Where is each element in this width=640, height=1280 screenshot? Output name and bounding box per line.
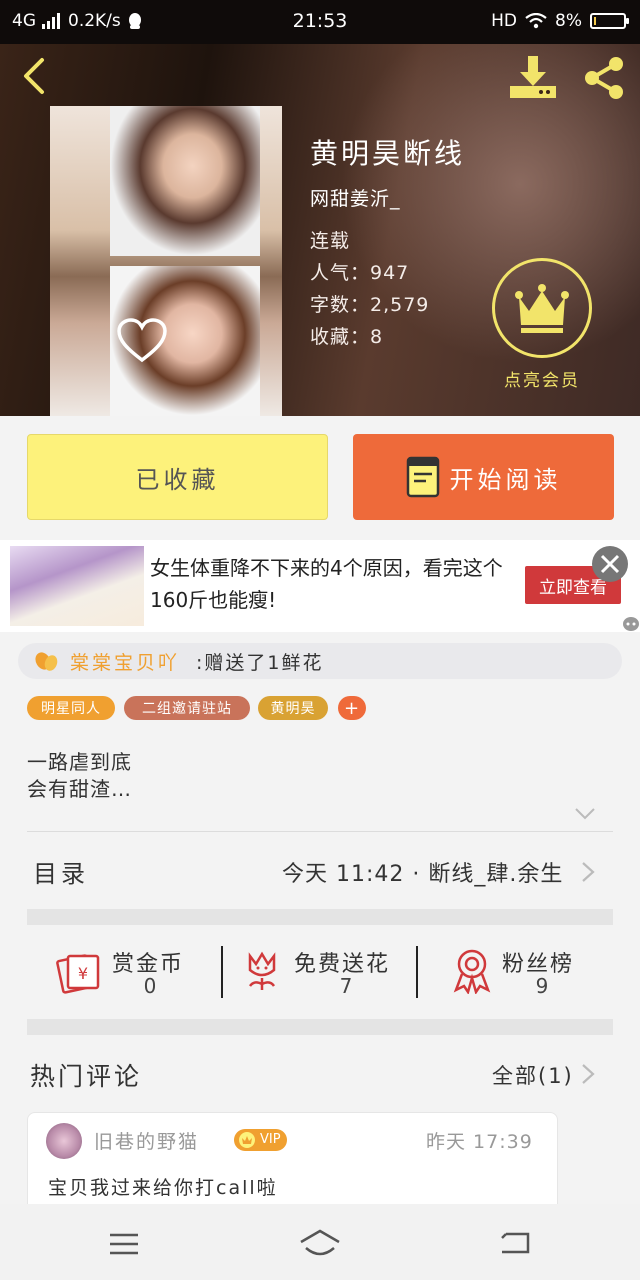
comment-text: 宝贝我过来给你打call啦 — [48, 1177, 278, 1199]
gift-message: :赠送了1鲜花 — [196, 652, 324, 674]
reward-coin-icon: ¥ — [56, 948, 102, 998]
vip-label[interactable]: 点亮会员 — [492, 366, 592, 391]
wifi-icon — [525, 13, 547, 29]
vip-badge: VIP — [234, 1129, 287, 1151]
download-icon[interactable] — [508, 56, 558, 104]
tag-2[interactable]: 黄明昊 — [258, 696, 328, 720]
chevron-right-icon[interactable] — [580, 1062, 596, 1090]
fan-rank-icon — [450, 948, 494, 998]
crown-icon — [515, 284, 569, 333]
heart-icon — [116, 318, 168, 368]
book-cover[interactable] — [50, 106, 282, 416]
home-icon[interactable] — [298, 1228, 342, 1262]
system-nav-bar — [0, 1204, 640, 1280]
book-status: 连载 — [310, 230, 351, 252]
start-reading-button[interactable]: 开始阅读 — [353, 434, 614, 520]
vip-crown-icon — [239, 1132, 255, 1148]
battery-icon — [590, 13, 629, 29]
ad-indicator-icon — [622, 616, 640, 632]
book-word-count: 字数：2,579 — [310, 294, 430, 316]
book-favorites: 收藏：8 — [310, 326, 384, 348]
latest-chapter[interactable]: 今天 11:42 · 断线_肆.余生 — [282, 856, 563, 888]
stat-divider — [221, 946, 223, 998]
status-bar: 4G 0.2K/s 21:53 HD 8% — [0, 0, 640, 44]
avatar[interactable] — [46, 1123, 82, 1159]
back-nav-icon[interactable] — [498, 1230, 532, 1260]
hd-indicator: HD — [491, 11, 518, 31]
gift-notice[interactable]: 棠棠宝贝吖 :赠送了1鲜花 — [18, 643, 622, 679]
ad-close-icon[interactable] — [592, 546, 628, 582]
tag-0[interactable]: 明星同人 — [27, 696, 115, 720]
gift-user[interactable]: 棠棠宝贝吖 — [70, 648, 180, 675]
all-comments-link[interactable]: 全部(1) — [492, 1060, 574, 1090]
book-author[interactable]: 网甜姜沂_ — [310, 184, 401, 211]
flower-icon — [35, 652, 58, 671]
stat-free-flower-value: 7 — [339, 974, 353, 998]
battery-percent: 8% — [555, 11, 582, 31]
tag-1[interactable]: 二组邀请驻站 — [124, 696, 250, 720]
description-line-1: 一路虐到底 — [27, 750, 132, 774]
vip-button[interactable] — [492, 258, 592, 358]
flower-gift-icon — [242, 950, 282, 998]
section-gap — [27, 909, 613, 925]
back-icon[interactable] — [18, 56, 48, 100]
book-icon — [406, 456, 439, 498]
comment-time: 昨天 17:39 — [426, 1131, 533, 1153]
book-title: 黄明昊断线 — [310, 137, 466, 170]
stat-reward-value: 0 — [143, 974, 157, 998]
stat-divider — [416, 946, 418, 998]
ad-image — [10, 546, 144, 626]
add-tag-button[interactable]: + — [338, 696, 366, 720]
stat-fan-rank-value: 9 — [535, 974, 549, 998]
start-reading-label: 开始阅读 — [449, 465, 562, 494]
divider — [27, 831, 613, 832]
chevron-right-icon[interactable] — [580, 860, 596, 888]
ad-text: 女生体重降不下来的4个原因，看完这个160斤也能瘦! — [150, 556, 503, 612]
catalog-label[interactable]: 目录 — [33, 854, 89, 889]
favorite-label: 已收藏 — [135, 465, 220, 494]
description-line-2: 会有甜渣… — [27, 777, 132, 801]
book-popularity: 人气：947 — [310, 262, 410, 284]
comment-user[interactable]: 旧巷的野猫 — [94, 1127, 199, 1154]
share-icon[interactable] — [580, 54, 628, 106]
menu-icon[interactable] — [108, 1232, 140, 1260]
favorite-button[interactable]: 已收藏 — [27, 434, 328, 520]
svg-text:¥: ¥ — [78, 964, 88, 983]
expand-chevron-icon[interactable] — [574, 806, 596, 825]
section-gap — [27, 1019, 613, 1035]
hot-comments-title: 热门评论 — [30, 1062, 143, 1091]
